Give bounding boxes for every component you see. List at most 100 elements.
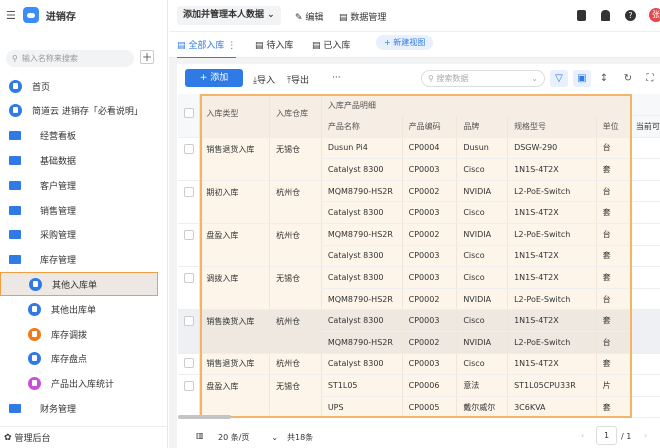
tab-pending-inbound[interactable]: ▤ 待入库 (255, 38, 293, 51)
sidebar-item-label: 采购管理 (40, 230, 77, 241)
select-all-cell[interactable] (178, 94, 200, 138)
row-checkbox[interactable] (184, 230, 194, 241)
import-button[interactable]: ⤓导入 (253, 73, 275, 86)
admin-backend-link[interactable]: ✿ 管理后台 (0, 426, 168, 448)
prev-page-icon[interactable]: ‹ (581, 431, 584, 440)
doc-icon (29, 277, 42, 291)
tab-all-inbound[interactable]: ▤ 全部入库 ⋮ (177, 38, 237, 59)
sidebar-item[interactable]: 产品出入库统计 (0, 371, 158, 395)
sidebar-item[interactable]: 简道云 进销存「必看说明」 (0, 98, 158, 122)
header-type[interactable]: 入库类型 (199, 94, 270, 138)
cell-brand: Cisco (456, 245, 508, 268)
table-row[interactable]: 销售换货入库 杭州仓 Catalyst 8300 CP0003 Cisco 1N1S-4T… (178, 309, 660, 354)
add-button[interactable]: + 添加 (185, 69, 243, 87)
sidebar-item[interactable]: 库存管理 (0, 247, 158, 271)
data-search-input[interactable]: ⚲ 搜索数据 ⌄ (421, 70, 545, 87)
tab-done-inbound[interactable]: ▤ 已入库 (312, 38, 350, 51)
header-name[interactable]: 产品名称 (320, 115, 403, 138)
sort-icon[interactable]: ↕ (595, 70, 613, 87)
header-warehouse[interactable]: 入库仓库 (269, 94, 322, 138)
columns-icon[interactable]: ▥ (196, 431, 204, 440)
row-checkbox[interactable] (184, 186, 194, 197)
table-row[interactable]: 销售退货入库 杭州仓 Catalyst 8300 CP0003 Cisco 1N1S-4T… (178, 353, 660, 376)
row-checkbox[interactable] (184, 143, 194, 154)
doc-icon (28, 302, 41, 316)
cell-stock (629, 137, 660, 160)
help-icon[interactable]: ? (625, 10, 636, 21)
table-row[interactable]: 调拨入库 无锡仓 Catalyst 8300 CP0003 Cisco 1N1S-4T2X… (178, 266, 660, 311)
sidebar-item[interactable]: 库存盘点 (0, 346, 158, 370)
transfer-icon (28, 327, 41, 341)
sidebar-search-input[interactable]: ⚲ 输入名称来搜索 (6, 50, 134, 67)
sidebar-item[interactable]: 其他入库单 (0, 272, 158, 296)
add-menu-button[interactable]: + (140, 50, 154, 64)
row-select-cell (178, 180, 200, 225)
table-row[interactable]: 盘盈入库 无锡仓 ST1L05 CP0006 意法 ST1L05CPU33R 片 (178, 374, 660, 419)
table-row[interactable]: 期初入库 杭州仓 MQM8790-HS2R CP0002 NVIDIA L2-PoE-Sw… (178, 180, 660, 225)
row-checkbox[interactable] (184, 316, 194, 327)
avatar[interactable]: 张 (649, 8, 660, 22)
sidebar-item[interactable]: 其他出库单 (0, 297, 158, 321)
cell-spec: 1N1S-4T2X (507, 158, 597, 181)
cell-name: Dusun Pi4 (320, 137, 403, 160)
edit-button[interactable]: ✎ 编辑 (295, 10, 323, 23)
cell-unit: 台 (595, 288, 630, 311)
cell-spec: L2-PoE-Switch (507, 331, 597, 354)
export-button[interactable]: ⤒导出 (287, 73, 309, 86)
horizontal-scrollbar[interactable] (178, 415, 231, 419)
page-size-label: 20 条/页 (218, 433, 250, 442)
sidebar-item[interactable]: 基础数据 (0, 148, 158, 172)
menu-icon[interactable]: ☰ (6, 9, 16, 22)
folder-icon (9, 155, 21, 165)
cell-stock (629, 180, 660, 203)
header-stock[interactable]: 当前可 (629, 115, 660, 138)
cell-spec: 3C6KVA (507, 396, 597, 419)
add-label: 添加 (210, 73, 229, 83)
view-tabs: ▤ 全部入库 ⋮ ▤ 待入库 ▤ 已入库 + 新建视图 (169, 32, 660, 59)
form-selector[interactable]: 添加并管理本人数据 ⌄ (177, 6, 281, 25)
fullscreen-icon[interactable]: ⛶ (641, 70, 659, 87)
highlight-icon[interactable]: ▣ (573, 70, 591, 87)
row-checkbox[interactable] (184, 273, 194, 284)
sidebar-item[interactable]: 财务管理 (0, 396, 158, 420)
table-row[interactable]: 盘盈入库 杭州仓 MQM8790-HS2R CP0002 NVIDIA L2-PoE-Sw… (178, 223, 660, 268)
filter-icon[interactable]: ▽ (550, 70, 568, 87)
cell-brand: NVIDIA (456, 223, 508, 246)
folder-icon (9, 180, 21, 190)
sidebar-item[interactable]: 客户管理 (0, 173, 158, 197)
page-size-select[interactable]: 20 条/页 ⌄ (218, 432, 278, 443)
header-brand[interactable]: 品牌 (456, 115, 508, 138)
sidebar-item[interactable]: 经营看板 (0, 123, 158, 147)
next-page-icon[interactable]: › (644, 431, 647, 440)
sidebar-item[interactable]: 采购管理 (0, 222, 158, 246)
sidebar-item[interactable]: 库存调拨 (0, 322, 158, 346)
table-row[interactable]: 销售退货入库 无锡仓 Dusun Pi4 CP0004 Dusun DSGW-290 台 (178, 137, 660, 181)
cell-brand: NVIDIA (456, 180, 508, 203)
cell-code: CP0002 (401, 331, 457, 354)
sidebar-item[interactable]: 销售管理 (0, 198, 158, 222)
panel-icon[interactable] (577, 10, 586, 21)
total-pages: / 1 (621, 432, 632, 441)
header-code[interactable]: 产品编码 (401, 115, 457, 138)
cell-spec: L2-PoE-Switch (507, 223, 597, 246)
select-all-checkbox[interactable] (184, 108, 194, 118)
new-view-button[interactable]: + 新建视图 (376, 35, 434, 50)
header-unit[interactable]: 单位 (595, 115, 630, 138)
cell-name: Catalyst 8300 (320, 201, 403, 225)
row-checkbox[interactable] (184, 357, 194, 368)
row-select-cell (178, 223, 200, 268)
form-title: 添加并管理本人数据 (183, 10, 265, 20)
cell-code: CP0003 (401, 245, 457, 268)
page-input[interactable]: 1 (596, 426, 617, 445)
data-manage-button[interactable]: ▤ 数据管理 (339, 10, 386, 23)
cell-spec: 1N1S-4T2X (507, 201, 597, 225)
bell-icon[interactable] (601, 10, 610, 21)
cell-code: CP0002 (401, 223, 457, 246)
more-button[interactable]: ··· (332, 73, 341, 83)
cell-spec: 1N1S-4T2X (507, 353, 597, 376)
refresh-icon[interactable]: ↻ (619, 70, 637, 87)
header-spec[interactable]: 规格型号 (507, 115, 597, 138)
sidebar-item[interactable]: 首页 (0, 74, 158, 98)
row-checkbox[interactable] (184, 381, 194, 392)
cell-spec: ST1L05CPU33R (507, 374, 597, 397)
